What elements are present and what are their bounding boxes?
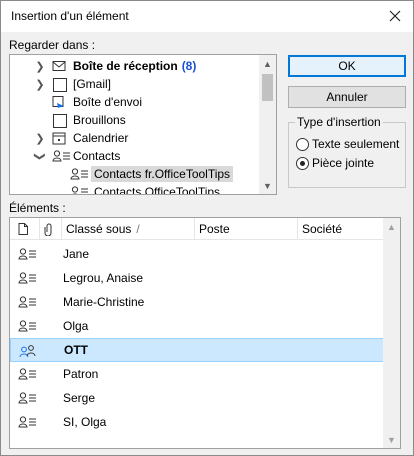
contact-name: Legrou, Anaise [63,271,144,285]
chevron-right-icon[interactable]: ❯ [34,132,46,145]
sort-indicator: / [136,222,140,236]
folder-icon [53,78,67,92]
contact-card-icon [18,367,38,381]
radio-label: Pièce jointe [312,156,375,170]
paperclip-icon [44,223,52,236]
contact-card-icon [71,186,88,194]
folder-item-calendar[interactable]: ❯ Calendrier [10,129,260,147]
unread-count: (8) [181,59,197,73]
contact-row[interactable]: Marie-Christine [10,290,384,314]
insert-type-group: Type d'insertion Texte seulement Pièce j… [288,115,406,188]
contact-card-icon [18,295,38,309]
folder-label: Calendrier [73,131,129,145]
title-bar: Insertion d'un élément [1,1,413,32]
contact-card-icon [18,247,38,261]
folder-label: Boîte d'envoi [73,95,143,109]
calendar-icon [52,132,66,145]
radio-label: Texte seulement [312,137,400,151]
scroll-up-icon[interactable]: ▲ [383,218,400,235]
folder-item-contacts[interactable]: ❯ Contacts [10,147,260,165]
contact-card-icon [52,150,70,162]
envelope-icon [52,61,66,71]
chevron-down-icon[interactable]: ❯ [34,150,47,162]
contact-name: Patron [63,367,99,381]
folder-item-gmail[interactable]: ❯ [Gmail] [10,75,260,93]
column-header-company[interactable]: Société [298,218,385,240]
list-scrollbar[interactable]: ▲ ▼ [383,218,400,448]
tree-scrollbar[interactable]: ▲ ▼ [259,55,276,194]
radio-attachment[interactable]: Pièce jointe [296,156,374,170]
contact-row[interactable]: Patron [10,362,384,386]
folder-label: Contacts fr.OfficeToolTips [91,166,234,182]
contact-name: Jane [63,247,90,261]
folder-label: Boîte de réception (8) [73,59,197,73]
outbox-icon [52,96,64,108]
column-header-type[interactable] [10,218,40,240]
scroll-down-icon[interactable]: ▼ [383,431,400,448]
column-header-label: Société [302,222,343,236]
insert-type-title: Type d'insertion [295,115,383,129]
contact-row[interactable]: Olga [10,314,384,338]
contact-card-icon [18,391,38,405]
contact-group-icon [19,344,39,358]
folder-label: Contacts [73,149,121,163]
column-header-label: Classé sous [66,222,132,236]
radio-button[interactable] [296,156,309,170]
column-header-job-title[interactable]: Poste [195,218,298,240]
radio-text-only[interactable]: Texte seulement [296,137,399,151]
contact-card-icon [70,168,88,180]
contact-name: Serge [63,391,96,405]
insert-item-dialog: Insertion d'un élément Regarder dans : ❯… [0,0,414,456]
scroll-down-icon[interactable]: ▼ [259,177,276,194]
radio-button[interactable] [296,137,309,151]
close-icon [389,10,401,22]
cancel-button[interactable]: Annuler [288,86,406,108]
column-header-attachment[interactable] [40,218,62,240]
contact-name: OTT [64,343,88,357]
contact-row[interactable]: Serge [10,386,384,410]
contact-row[interactable]: SI, Olga [10,410,384,434]
list-header: Classé sous / Poste Société [10,218,400,240]
contact-name: Marie-Christine [63,295,145,309]
contact-row[interactable]: Jane [10,242,384,266]
column-header-filed-as[interactable]: Classé sous / [62,218,195,240]
folder-item-outbox[interactable]: Boîte d'envoi [10,93,260,111]
items-label: Éléments : [9,201,66,215]
contact-card-icon [18,319,38,333]
folder-label: Contacts OfficeToolTips [94,185,221,195]
contact-card-icon [18,271,38,285]
chevron-right-icon[interactable]: ❯ [34,78,46,91]
folder-tree[interactable]: ❯ Boîte de réception (8) ❯ [Gmail] Boîte … [9,54,277,195]
scroll-thumb[interactable] [262,74,273,101]
folder-item-drafts[interactable]: Brouillons [10,111,260,129]
chevron-right-icon[interactable]: ❯ [34,60,46,73]
scroll-up-icon[interactable]: ▲ [259,55,276,72]
folder-item-contacts-fr[interactable]: Contacts fr.OfficeToolTips [10,165,260,183]
folder-icon [53,114,67,128]
folder-item-inbox[interactable]: ❯ Boîte de réception (8) [10,57,260,75]
items-list[interactable]: Classé sous / Poste Société Jane Legrou, … [9,217,401,449]
contact-name: Olga [63,319,89,333]
folder-item-contacts-en[interactable]: Contacts OfficeToolTips [10,183,260,195]
contact-card-icon [18,415,38,429]
folder-label: [Gmail] [73,77,112,91]
window-title: Insertion d'un élément [11,9,129,23]
folder-label: Brouillons [73,113,126,127]
close-button[interactable] [383,5,407,27]
contact-row[interactable]: OTT [10,338,384,362]
document-icon [18,223,28,235]
look-in-label: Regarder dans : [9,38,96,52]
contact-row[interactable]: Legrou, Anaise [10,266,384,290]
column-header-label: Poste [199,222,230,236]
ok-button[interactable]: OK [288,55,406,77]
contact-name: SI, Olga [63,415,107,429]
